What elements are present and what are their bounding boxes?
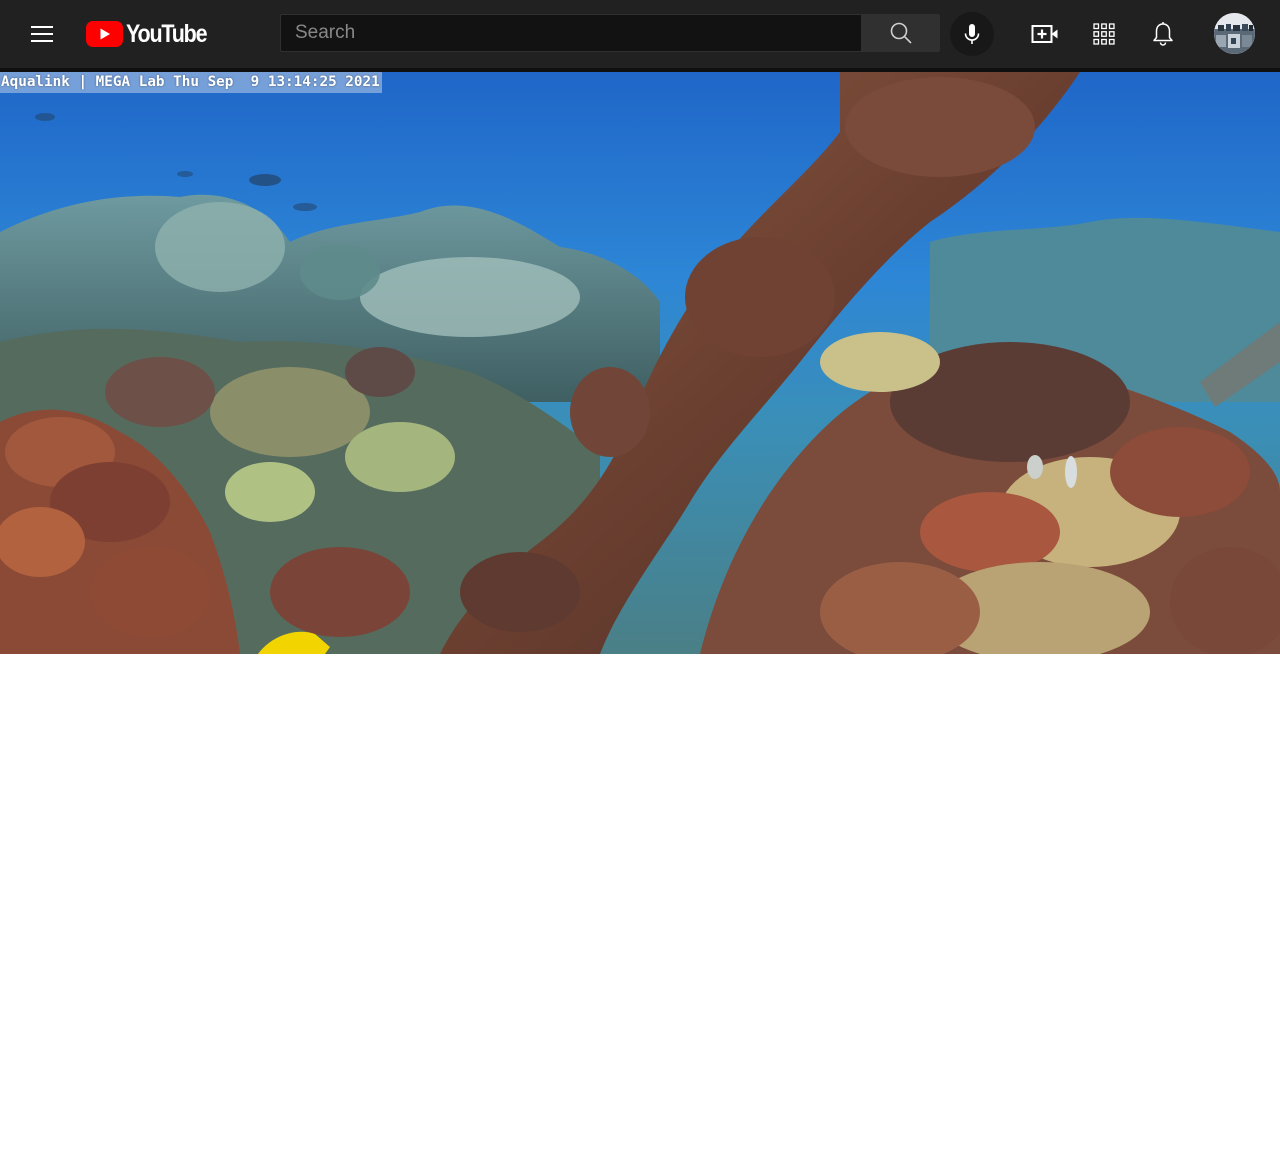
notifications-bell-icon [1153,22,1173,46]
create-video-icon [1031,25,1058,43]
create-button[interactable] [1023,12,1067,56]
avatar-button[interactable] [1214,13,1255,54]
microphone-icon [964,24,980,44]
search-icon [890,22,912,44]
youtube-play-icon [86,21,123,47]
video-frame [0,72,1280,654]
video-timestamp-overlay: Aqualink | MEGA Lab Thu Sep 9 13:14:25 2… [0,72,382,93]
apps-button[interactable] [1082,12,1126,56]
guide-menu-button[interactable] [18,10,66,58]
notifications-button[interactable] [1141,12,1185,56]
menu-icon [31,26,53,42]
search-input[interactable] [281,15,861,51]
apps-grid-icon [1093,23,1115,45]
search-button[interactable] [861,14,940,52]
video-player[interactable]: Aqualink | MEGA Lab Thu Sep 9 13:14:25 2… [0,72,1280,654]
voice-search-button[interactable] [950,12,994,56]
search-box [280,14,861,52]
masthead: YouTube [0,0,1280,68]
logo-wordmark: YouTube [126,20,208,48]
youtube-logo[interactable]: YouTube [86,18,219,50]
avatar-image [1214,13,1255,54]
